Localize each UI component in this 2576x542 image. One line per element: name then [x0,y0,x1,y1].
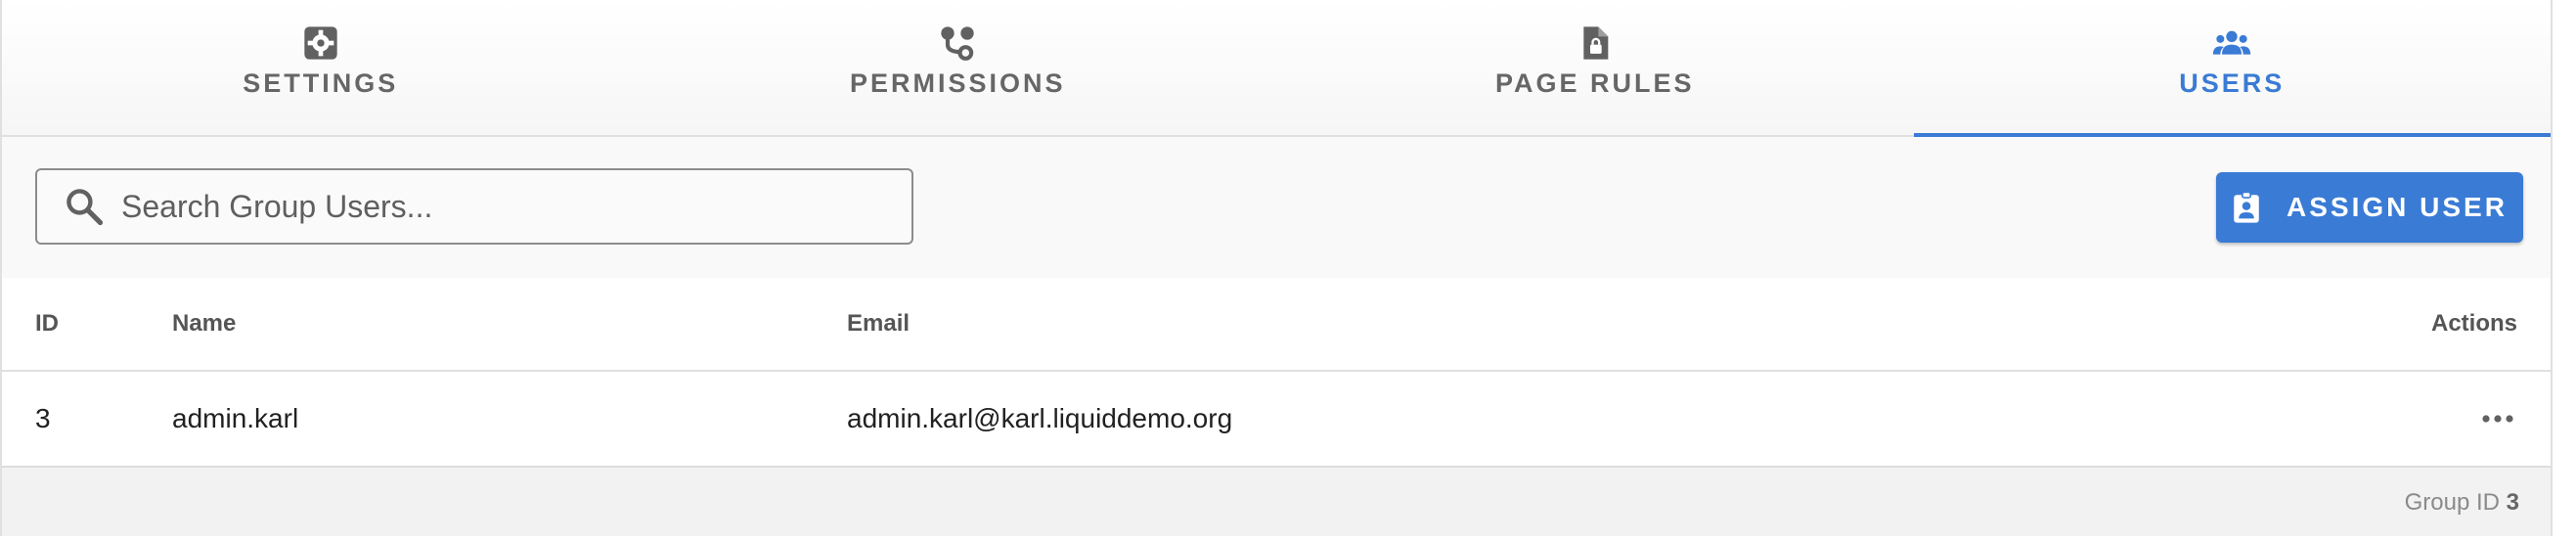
group-id-value: 3 [2506,489,2519,516]
more-actions-button[interactable] [2478,414,2517,424]
file-lock-icon [1583,26,1609,60]
tab-page-rules[interactable]: Page Rules [1276,0,1914,135]
column-header-actions: Actions [2430,310,2517,337]
table-header: ID Name Email Actions [2,278,2551,372]
assignment-ind-icon [2234,191,2259,223]
user-id-cell: 3 [35,403,51,433]
group-card: Settings Permissions Page Rules [0,0,2553,536]
tab-page-rules-label: Page Rules [1494,68,1695,98]
search-icon [67,189,104,226]
user-email-cell: admin.karl@karl.liquiddemo.org [847,403,1233,433]
tab-permissions[interactable]: Permissions [640,0,1277,135]
tab-users-label: Users [2179,68,2286,98]
group-id-label: Group ID [2404,489,2500,516]
users-toolbar: ASSIGN USER [2,137,2551,278]
row-actions [2478,372,2517,466]
tab-permissions-label: Permissions [849,68,1066,98]
tab-bar: Settings Permissions Page Rules [2,0,2551,137]
search-box[interactable] [35,168,913,245]
user-name-cell: admin.karl [172,403,299,433]
more-horizontal-icon [2482,415,2513,423]
search-input[interactable] [119,187,886,226]
tab-settings[interactable]: Settings [2,0,640,135]
group-id-info: Group ID 3 [2405,489,2519,517]
card-footer: Group ID 3 [2,468,2551,536]
flow-icon [941,26,974,61]
column-header-name[interactable]: Name [172,278,236,370]
column-header-email[interactable]: Email [847,278,910,370]
column-header-id[interactable]: ID [35,278,59,370]
gear-icon [304,26,337,60]
users-icon [2213,30,2251,55]
assign-user-button[interactable]: ASSIGN USER [2216,172,2523,243]
table-row[interactable]: 3 admin.karl admin.karl@karl.liquiddemo.… [2,372,2551,468]
tab-users[interactable]: Users [1913,0,2552,137]
assign-user-label: ASSIGN USER [2287,192,2508,222]
tab-settings-label: Settings [243,68,399,98]
